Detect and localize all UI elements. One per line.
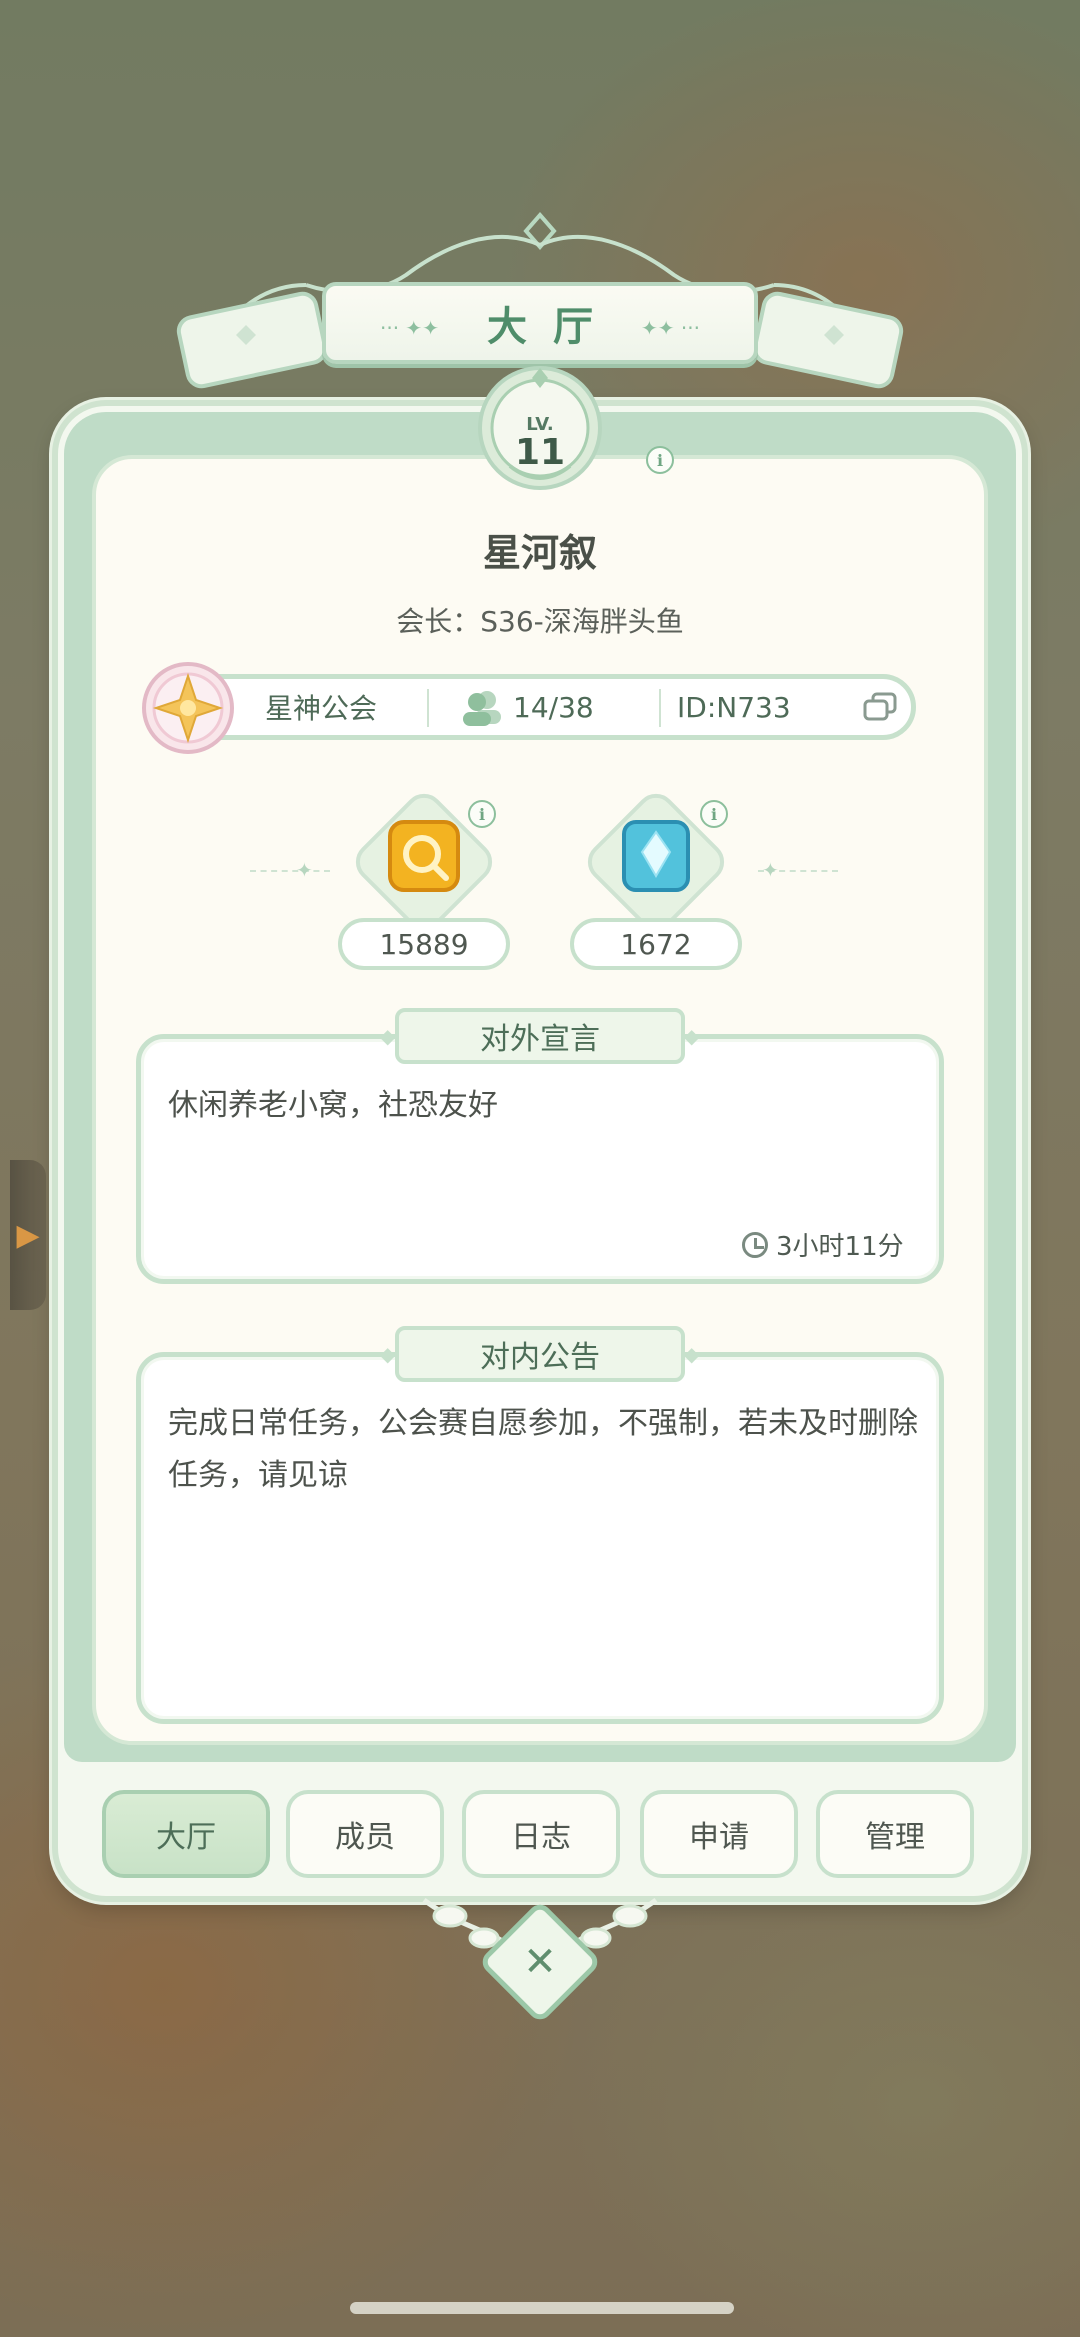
tab-applications[interactable]: 申请 [640,1790,798,1878]
guild-emblem-icon [142,662,234,754]
members-icon [463,691,501,726]
guild-level-badge[interactable]: LV. 11 [474,362,606,494]
guild-id: ID:N733 [677,690,791,724]
alliance-name: 星神公会 [265,692,378,725]
tab-hall[interactable]: 大厅 [102,1790,270,1878]
declaration-timer: 3小时11分 [742,1226,904,1263]
declaration-time: 3小时11分 [776,1232,904,1262]
divider [659,689,661,727]
announcement-text: 完成日常任务，公会赛自愿参加，不强制，若未及时删除任务，请见谅 [168,1406,918,1493]
tab-members[interactable]: 成员 [286,1790,444,1878]
level-info-icon[interactable]: i [646,446,674,474]
copy-icon[interactable] [863,679,903,735]
diamond-icon: ◆ [380,1342,396,1366]
declaration-title: 对外宣言 [395,1008,685,1064]
clock-icon [742,1231,768,1258]
dashed-divider [250,870,330,872]
sparkle-icon: ··· ✦✦ [380,316,439,340]
announcement-title: 对内公告 [395,1326,685,1382]
tab-logs[interactable]: 日志 [462,1790,620,1878]
member-count: 14/38 [461,679,661,735]
home-indicator[interactable] [350,2302,734,2314]
sparkle-icon: ✦ [296,858,313,882]
crystal-info-icon[interactable]: i [700,800,728,828]
close-icon[interactable]: ✕ [496,1918,584,2006]
header-banner: ··· ✦✦ 大厅 ✦✦ ··· [322,282,758,364]
diamond-icon: ◆ [684,1342,700,1366]
member-count-value: 14/38 [513,690,594,724]
level-value: 11 [514,432,566,473]
tab-manage[interactable]: 管理 [816,1790,974,1878]
diamond-icon: ◆ [684,1024,700,1048]
side-expand-tab[interactable]: ▶ [10,1160,46,1310]
divider [427,689,429,727]
gold-info-icon[interactable]: i [468,800,496,828]
guild-name: 星河叙 [482,531,597,575]
guild-info-bar: 星神公会 14/38 ID:N733 [172,674,916,740]
diamond-icon: ◆ [380,1024,396,1048]
guild-leader: 会长：S36-深海胖头鱼 [396,605,684,638]
declaration-text: 休闲养老小窝，社恐友好 [168,1088,498,1123]
crystal-amount: 1672 [570,918,742,970]
sparkle-icon: ✦ [762,858,779,882]
sparkle-icon: ✦✦ ··· [641,316,700,340]
gold-amount: 15889 [338,918,510,970]
chevron-right-icon: ▶ [16,1217,40,1253]
page-title: 大厅 [487,304,619,350]
